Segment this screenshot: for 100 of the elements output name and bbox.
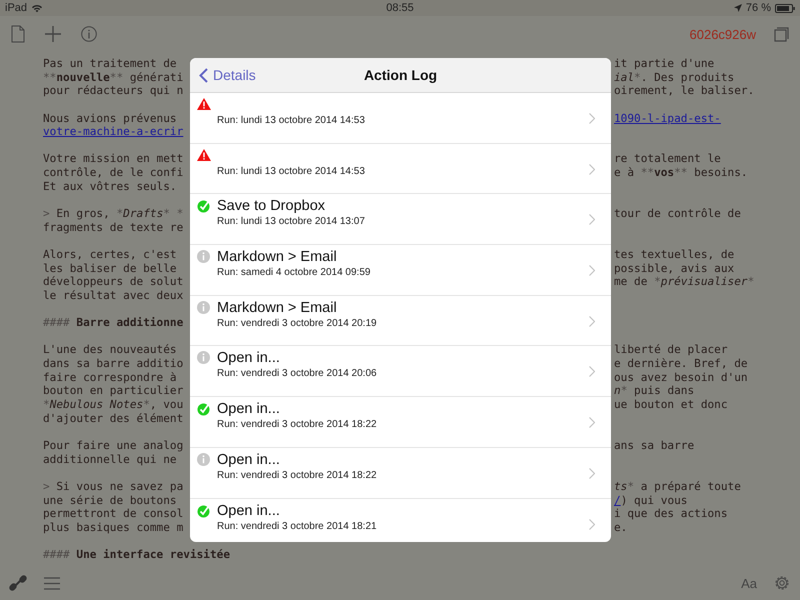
chevron-icon bbox=[589, 316, 595, 327]
text-line: #### Barre additionne bbox=[43, 316, 184, 330]
document-icon[interactable] bbox=[11, 25, 25, 43]
text-line: additionnelle qui ne bbox=[43, 452, 178, 466]
check-icon bbox=[196, 402, 210, 416]
check-icon bbox=[196, 199, 210, 214]
copy-icon[interactable] bbox=[774, 26, 790, 42]
text-line: Nous avions prévenus bbox=[43, 112, 178, 126]
text-line: tour de contrôle de bbox=[613, 207, 742, 221]
run-date: Run: lundi 13 octobre 2014 13:07 bbox=[217, 215, 365, 228]
info-icon bbox=[197, 300, 210, 314]
text-line: oirement, le baliser. bbox=[613, 84, 756, 98]
device-name: iPad bbox=[5, 2, 28, 14]
text-line: Pour faire une analog bbox=[43, 438, 184, 453]
action-name: Open in... bbox=[217, 452, 280, 469]
log-row[interactable]: Save to Dropbox Run: lundi 13 octobre 2014 13:07 bbox=[190, 194, 611, 246]
text-line: it partie d'une bbox=[613, 57, 716, 71]
chevron-icon bbox=[589, 417, 595, 428]
chevron-icon bbox=[589, 366, 595, 378]
location-arrow-icon bbox=[734, 4, 742, 12]
text-line: me de *prévisualiser* bbox=[613, 275, 756, 289]
text-line: **nouvelle** générati bbox=[43, 70, 184, 84]
action-name: Markdown > Email bbox=[217, 300, 337, 317]
run-date: Run: vendredi 3 octobre 2014 18:21 bbox=[217, 520, 377, 532]
log-row[interactable]: Run: lundi 13 octobre 2014 14:53 bbox=[190, 93, 611, 144]
log-row[interactable]: Run: lundi 13 octobre 2014 14:53 bbox=[190, 144, 611, 194]
info-icon[interactable] bbox=[81, 26, 97, 42]
warning-icon bbox=[196, 148, 210, 161]
text-line: n* puis dans bbox=[613, 384, 696, 398]
text-line: ue bouton et donc bbox=[613, 398, 729, 412]
text-line: pour rédacteurs qui n bbox=[43, 84, 184, 98]
action-name: Markdown > Email bbox=[217, 249, 337, 266]
run-date: Run: vendredi 3 octobre 2014 20:06 bbox=[217, 367, 377, 380]
check-icon bbox=[196, 504, 210, 518]
text-line: contrôle, de le confi bbox=[43, 166, 184, 180]
text-line: fragments de texte re bbox=[43, 220, 184, 234]
text-line: ous avez besoin d'un bbox=[613, 370, 749, 384]
text-line: ts* a préparé toute bbox=[613, 480, 742, 494]
log-row[interactable]: Open in... Run: vendredi 3 octobre 2014 18:22 bbox=[190, 397, 611, 448]
text-line: d'ajouter des élément bbox=[43, 412, 184, 426]
text-line: Alors, certes, c'est bbox=[43, 248, 178, 262]
action-name: Open in... bbox=[217, 350, 280, 368]
text-line: Et aux vôtres seuls. bbox=[43, 180, 177, 194]
text-line: faire correspondre à bbox=[43, 370, 178, 384]
text-line: > En gros, *Drafts* * bbox=[43, 207, 184, 221]
log-row[interactable]: Open in... Run: vendredi 3 octobre 2014 18:21 bbox=[190, 498, 611, 542]
text-line: tes textuelles, de bbox=[613, 248, 736, 262]
chevron-icon bbox=[589, 113, 595, 124]
text-line: re totalement le bbox=[613, 152, 722, 166]
action-name: Save to Dropbox bbox=[217, 198, 326, 216]
run-date: Run: vendredi 3 octobre 2014 18:22 bbox=[217, 418, 377, 432]
text-line: L'une des nouveautés bbox=[43, 343, 178, 358]
text-line: plus basiques comme m bbox=[43, 520, 184, 534]
text-line: ans sa barre bbox=[613, 438, 696, 453]
action-name: Open in... bbox=[217, 401, 280, 418]
text-line: les baliser de belle bbox=[43, 262, 178, 276]
battery-icon bbox=[775, 4, 795, 12]
menu-icon[interactable] bbox=[44, 576, 60, 590]
text-line: une série de boutons bbox=[43, 494, 178, 508]
run-date: Run: lundi 13 octobre 2014 14:53 bbox=[217, 164, 365, 178]
popover-title: Action Log bbox=[364, 67, 438, 83]
log-row[interactable]: Markdown > Email Run: samedi 4 octobre 2014 09:59 bbox=[190, 245, 611, 296]
document-id: 6026c926w bbox=[690, 26, 756, 42]
chevron-icon bbox=[589, 265, 595, 276]
chevron-icon bbox=[589, 518, 595, 530]
text-line: Pas un traitement de bbox=[43, 57, 178, 71]
text-line: e. bbox=[613, 520, 628, 534]
log-row[interactable]: Open in... Run: vendredi 3 octobre 2014 20:06 bbox=[190, 346, 611, 398]
text-line: Votre mission en mett bbox=[43, 152, 184, 166]
info-icon bbox=[197, 250, 210, 264]
text-line: possible, avis aux bbox=[613, 262, 736, 276]
wifi-icon bbox=[31, 4, 44, 12]
chevron-icon bbox=[589, 468, 595, 479]
run-date: Run: vendredi 3 octobre 2014 20:19 bbox=[217, 316, 377, 330]
chevron-icon bbox=[589, 214, 595, 226]
back-button[interactable]: Details bbox=[190, 67, 256, 83]
text-line: e à **vos** besoins. bbox=[613, 166, 749, 180]
battery-percentage: 76 % bbox=[746, 2, 771, 14]
text-line: le résultat avec deux bbox=[43, 288, 184, 303]
clock-time: 08:55 bbox=[386, 2, 414, 14]
chevron-icon bbox=[589, 164, 595, 175]
log-row[interactable]: Markdown > Email Run: vendredi 3 octobre 2014 20:19 bbox=[190, 296, 611, 346]
text-line: /) qui vous bbox=[613, 494, 688, 508]
text-line: ial*. Des produits bbox=[613, 70, 736, 84]
info-icon bbox=[197, 452, 210, 466]
run-date: Run: lundi 13 octobre 2014 14:53 bbox=[217, 114, 365, 127]
text-line: > Si vous ne savez pa bbox=[43, 480, 184, 494]
back-chevron-icon bbox=[199, 68, 208, 82]
run-date: Run: samedi 4 octobre 2014 09:59 bbox=[217, 266, 370, 280]
warning-icon bbox=[196, 98, 210, 110]
text-line: permettront de consol bbox=[43, 507, 184, 521]
text-line: *Nebulous Notes*, vou bbox=[43, 398, 184, 412]
log-row[interactable]: Open in... Run: vendredi 3 octobre 2014 18:22 bbox=[190, 448, 611, 498]
plus-icon[interactable] bbox=[45, 26, 61, 42]
link-icon[interactable] bbox=[8, 573, 28, 593]
text-line: développeurs de solut bbox=[43, 275, 184, 289]
text-line: e dernière. Bref, de bbox=[613, 357, 749, 371]
run-date: Run: vendredi 3 octobre 2014 18:22 bbox=[217, 468, 377, 482]
action-name: Open in... bbox=[217, 502, 280, 520]
settings-icon[interactable] bbox=[773, 574, 791, 592]
